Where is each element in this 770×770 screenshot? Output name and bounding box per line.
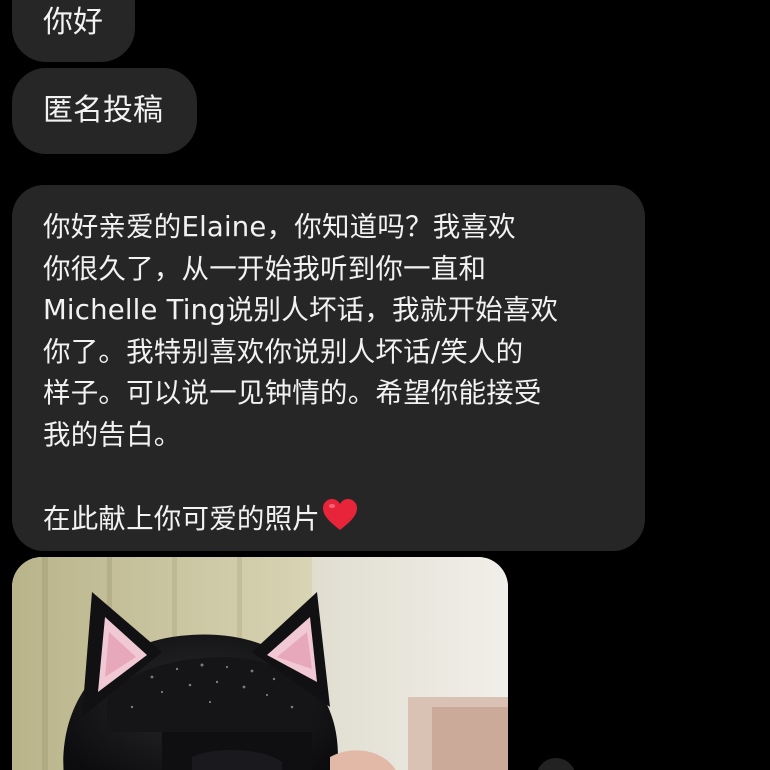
- photo-image: [12, 557, 508, 770]
- message-bubble-anonymous-submission[interactable]: 匿名投稿: [12, 68, 197, 154]
- avatar[interactable]: [536, 758, 576, 770]
- message-line: 你了。我特别喜欢你说别人坏话/笑人的: [43, 335, 524, 368]
- red-heart-icon: [322, 498, 358, 536]
- message-text: 你好: [43, 5, 103, 40]
- message-bubble-confession[interactable]: 你好亲爱的Elaine，你知道吗？我喜欢 你很久了，从一开始我听到你一直和 Mi…: [12, 185, 645, 551]
- message-line: 样子。可以说一见钟情的。希望你能接受: [43, 377, 542, 409]
- message-bubble-greeting[interactable]: 你好: [12, 0, 135, 62]
- message-text: 匿名投稿: [43, 93, 163, 128]
- message-line: 我的告白。: [43, 418, 182, 451]
- message-line: Michelle Ting说别人坏话，我就开始喜欢: [43, 294, 559, 326]
- message-line: 在此献上你可爱的照片: [43, 502, 320, 535]
- message-line: 你很久了，从一开始我听到你一直和: [43, 252, 487, 285]
- message-line: 你好亲爱的Elaine，你知道吗？我喜欢: [43, 211, 516, 243]
- photo-message[interactable]: [12, 557, 508, 770]
